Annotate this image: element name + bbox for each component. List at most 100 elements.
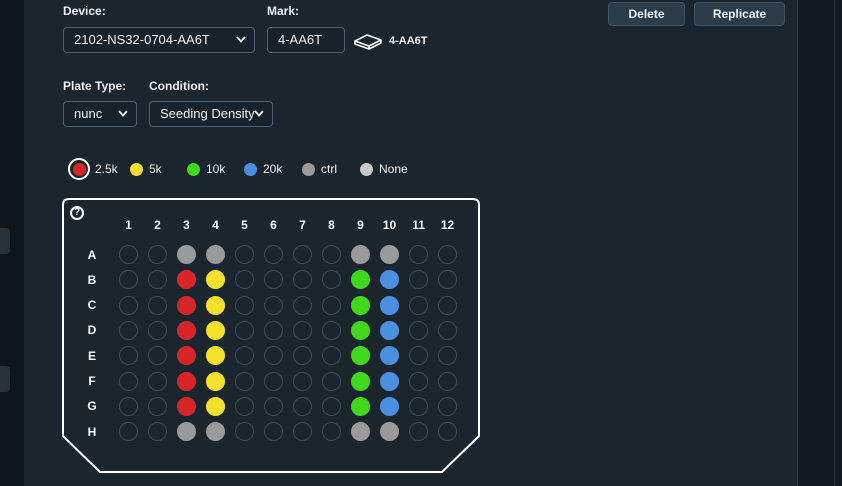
left-tab[interactable]	[0, 228, 10, 254]
well-H3[interactable]	[177, 422, 196, 442]
legend-swatch	[72, 162, 86, 176]
condition-select[interactable]: Seeding Density	[149, 101, 273, 127]
well-A6[interactable]	[264, 245, 283, 264]
well-D2[interactable]	[148, 320, 167, 340]
well-A1[interactable]	[119, 245, 138, 264]
well-A5[interactable]	[235, 245, 254, 264]
well-C11[interactable]	[409, 295, 428, 315]
well-G8[interactable]	[322, 396, 341, 416]
well-H5[interactable]	[235, 422, 254, 442]
well-C10[interactable]	[380, 295, 399, 315]
well-D1[interactable]	[119, 320, 138, 340]
well-F9[interactable]	[351, 371, 370, 391]
well-A3[interactable]	[177, 245, 196, 264]
well-G12[interactable]	[438, 396, 457, 416]
well-C12[interactable]	[438, 295, 457, 315]
well-C8[interactable]	[322, 295, 341, 315]
well-C1[interactable]	[119, 295, 138, 315]
mark-input[interactable]: 4-AA6T	[267, 27, 345, 53]
legend-item-2.5k[interactable]: 2.5k	[68, 158, 118, 180]
well-G2[interactable]	[148, 396, 167, 416]
well-D8[interactable]	[322, 320, 341, 340]
legend-item-20k[interactable]: 20k	[244, 159, 282, 179]
legend-swatch	[187, 162, 200, 176]
well-D5[interactable]	[235, 320, 254, 340]
well-H1[interactable]	[119, 422, 138, 442]
chevron-down-icon	[254, 110, 264, 117]
column-header: 1	[125, 218, 132, 232]
well-H8[interactable]	[322, 422, 341, 442]
well-G7[interactable]	[293, 396, 312, 416]
row-header: B	[87, 272, 97, 287]
well-F8[interactable]	[322, 371, 341, 391]
well-A12[interactable]	[438, 245, 457, 264]
well-C7[interactable]	[293, 295, 312, 315]
well-A10[interactable]	[380, 245, 399, 264]
well-H12[interactable]	[438, 422, 457, 442]
well-F7[interactable]	[293, 371, 312, 391]
well-D7[interactable]	[293, 320, 312, 340]
column-header: 2	[154, 218, 161, 232]
well-F11[interactable]	[409, 371, 428, 391]
well-H4[interactable]	[206, 422, 225, 442]
well-F12[interactable]	[438, 371, 457, 391]
legend-swatch	[130, 162, 143, 176]
well-A4[interactable]	[206, 245, 225, 264]
plate-type-select[interactable]: nunc	[63, 101, 137, 127]
well-F4[interactable]	[206, 371, 225, 391]
well-C3[interactable]	[177, 295, 196, 315]
row-header: A	[87, 247, 97, 262]
well-G10[interactable]	[380, 396, 399, 416]
well-G11[interactable]	[409, 396, 428, 416]
plate-chip-icon	[354, 34, 382, 50]
well-G1[interactable]	[119, 396, 138, 416]
well-C9[interactable]	[351, 295, 370, 315]
left-tab[interactable]	[0, 366, 10, 392]
well-G4[interactable]	[206, 396, 225, 416]
well-C4[interactable]	[206, 295, 225, 315]
well-H7[interactable]	[293, 422, 312, 442]
well-G5[interactable]	[235, 396, 254, 416]
legend-item-10k[interactable]: 10k	[187, 159, 225, 179]
well-A9[interactable]	[351, 245, 370, 264]
well-A8[interactable]	[322, 245, 341, 264]
well-D10[interactable]	[380, 320, 399, 340]
well-G3[interactable]	[177, 396, 196, 416]
well-D3[interactable]	[177, 320, 196, 340]
well-D12[interactable]	[438, 320, 457, 340]
well-H11[interactable]	[409, 422, 428, 442]
delete-button[interactable]: Delete	[608, 2, 685, 26]
well-H6[interactable]	[264, 422, 283, 442]
legend-item-ctrl[interactable]: ctrl	[302, 159, 337, 179]
well-A2[interactable]	[148, 245, 167, 264]
well-A11[interactable]	[409, 245, 428, 264]
legend-label: ctrl	[321, 162, 337, 176]
well-F2[interactable]	[148, 371, 167, 391]
well-H9[interactable]	[351, 422, 370, 442]
well-F6[interactable]	[264, 371, 283, 391]
legend-item-5k[interactable]: 5k	[130, 159, 162, 179]
well-G6[interactable]	[264, 396, 283, 416]
well-F5[interactable]	[235, 371, 254, 391]
well-C6[interactable]	[264, 295, 283, 315]
well-C2[interactable]	[148, 295, 167, 315]
legend-label: 10k	[206, 162, 226, 176]
legend-label: 2.5k	[95, 162, 118, 176]
help-icon[interactable]: ?	[70, 206, 84, 220]
device-select[interactable]: 2102-NS32-0704-AA6T	[63, 27, 255, 53]
replicate-button[interactable]: Replicate	[694, 2, 785, 26]
well-A7[interactable]	[293, 245, 312, 264]
well-H2[interactable]	[148, 422, 167, 442]
well-D9[interactable]	[351, 320, 370, 340]
well-F10[interactable]	[380, 371, 399, 391]
legend-item-None[interactable]: None	[360, 159, 408, 179]
row-header: G	[87, 399, 97, 414]
well-G9[interactable]	[351, 396, 370, 416]
well-F1[interactable]	[119, 371, 138, 391]
well-F3[interactable]	[177, 371, 196, 391]
well-D11[interactable]	[409, 320, 428, 340]
well-D4[interactable]	[206, 320, 225, 340]
well-C5[interactable]	[235, 295, 254, 315]
well-H10[interactable]	[380, 422, 399, 442]
well-D6[interactable]	[264, 320, 283, 340]
